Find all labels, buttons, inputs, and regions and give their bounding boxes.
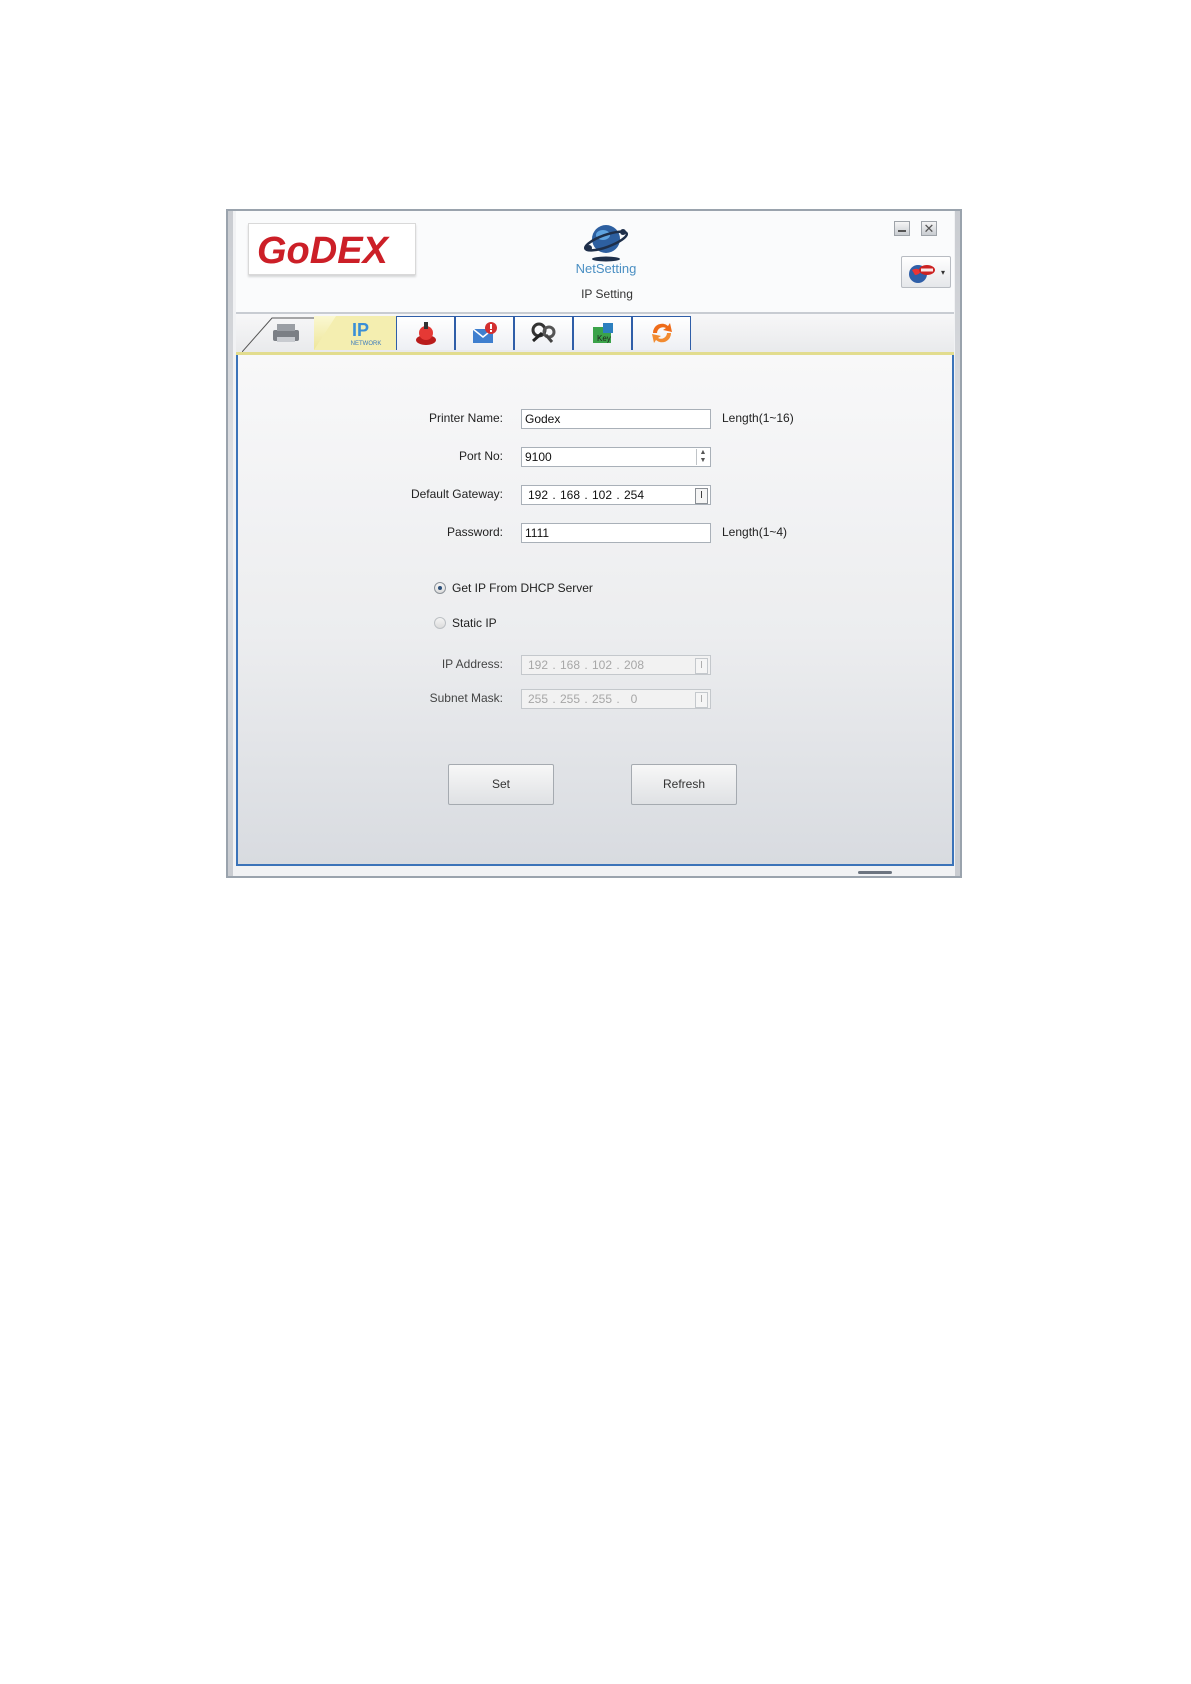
minimize-button[interactable]	[894, 221, 910, 236]
port-no-value: 9100	[525, 450, 552, 464]
godex-logo: GoDEX	[248, 223, 416, 275]
mask-octet-3: 255	[591, 692, 613, 706]
subnet-mask-field[interactable]: 255. 255. 255. 0 I	[521, 689, 711, 709]
password-length-hint: Length(1~4)	[722, 525, 788, 539]
app-header: GoDEX NetSetting IP Setting ✕ ▾	[236, 211, 954, 314]
set-button[interactable]: Set	[448, 764, 554, 805]
password-field[interactable]: 1111	[521, 523, 711, 543]
language-globe-icon	[909, 265, 935, 283]
svg-text:Key: Key	[597, 334, 611, 343]
key-icon: Key	[592, 323, 613, 343]
mask-octet-2: 255	[559, 692, 581, 706]
refresh-button[interactable]: Refresh	[631, 764, 737, 805]
printer-name-length-hint: Length(1~16)	[722, 411, 794, 425]
default-gateway-field[interactable]: 192. 168. 102. 254 I	[521, 485, 711, 505]
close-button[interactable]: ✕	[921, 221, 937, 236]
port-no-field[interactable]: 9100 ▲ ▼	[521, 447, 711, 467]
refresh-arrows-icon	[651, 323, 672, 343]
gateway-octet-1: 192	[527, 488, 549, 502]
gateway-octet-2: 168	[559, 488, 581, 502]
svg-text:IP: IP	[352, 320, 369, 339]
netsetting-label: NetSetting	[575, 261, 637, 276]
ip-octet-4: 208	[623, 658, 645, 672]
resize-grip[interactable]	[858, 871, 892, 874]
chevron-down-icon: ▾	[940, 268, 945, 277]
printer-icon	[273, 324, 299, 342]
page-title: IP Setting	[581, 287, 633, 301]
language-button[interactable]: ▾	[901, 256, 951, 288]
gateway-octet-3: 102	[591, 488, 613, 502]
tab-printer[interactable]	[242, 316, 324, 352]
mask-octet-4: 0	[630, 692, 638, 706]
spin-down-icon[interactable]: ▼	[697, 457, 709, 465]
printer-name-field[interactable]: Godex	[521, 409, 711, 429]
ip-octet-2: 168	[559, 658, 581, 672]
tab-bar: IP NETWORK Key	[236, 314, 954, 355]
ibeam-icon: I	[695, 658, 708, 674]
port-no-spinner[interactable]: ▲ ▼	[696, 449, 709, 465]
alert-bell-icon	[415, 322, 436, 345]
logo-text: GoDEX	[257, 230, 391, 271]
ibeam-icon: I	[695, 692, 708, 708]
dhcp-radio[interactable]	[434, 582, 446, 594]
ip-octet-3: 102	[591, 658, 613, 672]
tab-ip-network[interactable]: IP NETWORK	[314, 316, 398, 350]
spin-up-icon[interactable]: ▲	[697, 449, 709, 457]
netsetting-brand: NetSetting	[566, 219, 646, 276]
netsetting-window: GoDEX NetSetting IP Setting ✕ ▾ IP NETWO…	[226, 209, 962, 878]
ip-setting-panel: Printer Name: Godex Length(1~16) Port No…	[236, 355, 954, 866]
password-label: Password:	[446, 525, 503, 539]
subnet-mask-label: Subnet Mask:	[429, 691, 503, 705]
tab-alert[interactable]	[396, 316, 455, 350]
printer-name-label: Printer Name:	[428, 411, 503, 425]
default-gateway-label: Default Gateway:	[410, 487, 503, 501]
static-ip-radio[interactable]	[434, 617, 446, 629]
ip-address-label: IP Address:	[441, 657, 503, 671]
mask-octet-1: 255	[527, 692, 549, 706]
tab-key[interactable]: Key	[573, 316, 632, 350]
static-ip-radio-label[interactable]: Static IP	[452, 616, 497, 630]
dhcp-radio-label[interactable]: Get IP From DHCP Server	[452, 581, 593, 595]
ibeam-icon: I	[695, 488, 708, 504]
tab-mail-alert[interactable]	[455, 316, 514, 350]
port-no-label: Port No:	[458, 449, 503, 463]
mail-alert-icon	[472, 322, 497, 343]
tab-tools[interactable]	[514, 316, 573, 350]
ip-octet-1: 192	[527, 658, 549, 672]
gateway-octet-4: 254	[623, 488, 645, 502]
tools-icon	[531, 322, 555, 343]
ip-address-field[interactable]: 192. 168. 102. 208 I	[521, 655, 711, 675]
tab-ip-caption: NETWORK	[350, 341, 382, 347]
ip-network-icon: IP	[352, 320, 369, 339]
tab-refresh[interactable]	[632, 316, 691, 350]
netsetting-globe-icon	[583, 225, 629, 262]
